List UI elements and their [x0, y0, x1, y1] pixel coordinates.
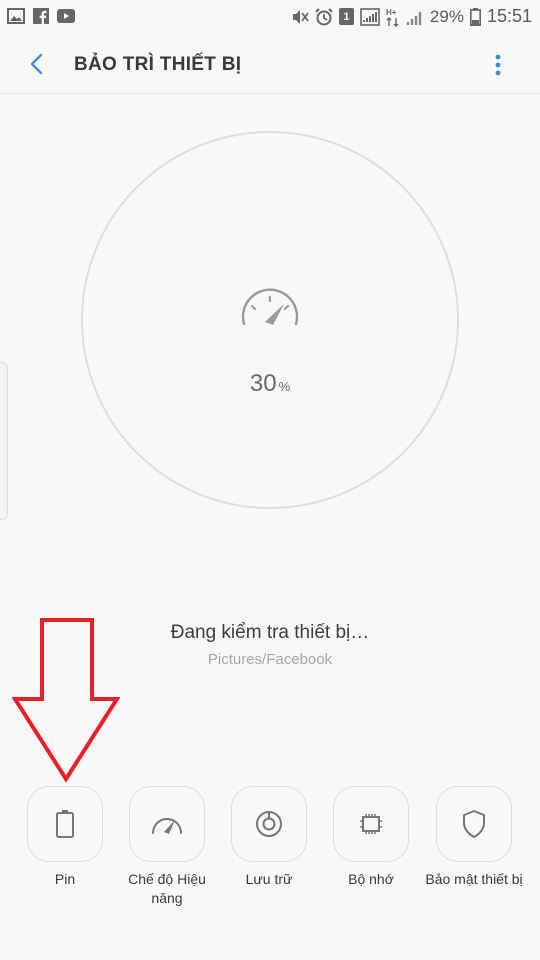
- battery-percent: 29%: [429, 6, 464, 26]
- tool-performance-button[interactable]: [129, 786, 205, 862]
- red-arrow-annotation: [12, 618, 120, 783]
- tool-memory-button[interactable]: [333, 786, 409, 862]
- tool-security-label: Bảo mật thiết bị: [425, 871, 523, 887]
- tool-storage[interactable]: Lưu trữ: [219, 786, 319, 889]
- tool-performance[interactable]: Chế độ Hiệu năng: [117, 786, 217, 908]
- battery-icon: [469, 7, 481, 26]
- shield-icon: [463, 810, 485, 838]
- tools-row: Pin Chế độ Hiệu năng Lưu trữ Bộ nhớ Bảo …: [0, 786, 540, 926]
- tool-memory-label: Bộ nhớ: [348, 871, 394, 887]
- status-bar-left: [7, 8, 75, 24]
- tool-battery[interactable]: Pin: [15, 786, 115, 889]
- chip-icon: [360, 814, 382, 834]
- speedometer-icon: [152, 818, 182, 834]
- battery-icon: [56, 810, 74, 838]
- storage-icon: [256, 811, 282, 837]
- sim1-icon: 1: [338, 8, 354, 25]
- tool-security[interactable]: Bảo mật thiết bị: [424, 786, 524, 889]
- alarm-icon: [315, 7, 333, 25]
- tool-performance-label: Chế độ Hiệu năng: [128, 871, 206, 906]
- tool-security-button[interactable]: [436, 786, 512, 862]
- image-icon: [7, 8, 25, 24]
- status-bar-right: 1 H+ 29% 15:51: [291, 6, 532, 27]
- progress-unit: %: [278, 379, 291, 394]
- edge-panel-handle[interactable]: [0, 362, 8, 520]
- youtube-icon: [57, 9, 75, 23]
- signal-icon: [360, 7, 380, 26]
- hd-lte-icon: H+: [386, 8, 399, 27]
- tool-storage-button[interactable]: [231, 786, 307, 862]
- tool-battery-label: Pin: [54, 871, 76, 887]
- svg-text:H+: H+: [386, 8, 397, 17]
- app-bar: BẢO TRÌ THIẾT BỊ: [0, 34, 540, 94]
- page-title: BẢO TRÌ THIẾT BỊ: [74, 54, 242, 75]
- signal-icon: [406, 11, 422, 25]
- status-bar: 1 H+ 29% 15:51: [0, 0, 540, 34]
- more-vertical-icon: [495, 54, 501, 76]
- mute-icon: [292, 9, 309, 24]
- speedometer-icon: [241, 288, 299, 326]
- progress-percent: 30%: [200, 370, 340, 398]
- progress-value: 30: [249, 370, 277, 397]
- clock: 15:51: [486, 6, 532, 26]
- tool-storage-label: Lưu trữ: [245, 871, 293, 887]
- tool-memory[interactable]: Bộ nhớ: [321, 786, 421, 889]
- facebook-icon: [33, 8, 49, 24]
- back-button[interactable]: [22, 49, 52, 79]
- more-options-button[interactable]: [486, 50, 510, 80]
- chevron-left-icon: [30, 53, 43, 75]
- tool-battery-button[interactable]: [27, 786, 103, 862]
